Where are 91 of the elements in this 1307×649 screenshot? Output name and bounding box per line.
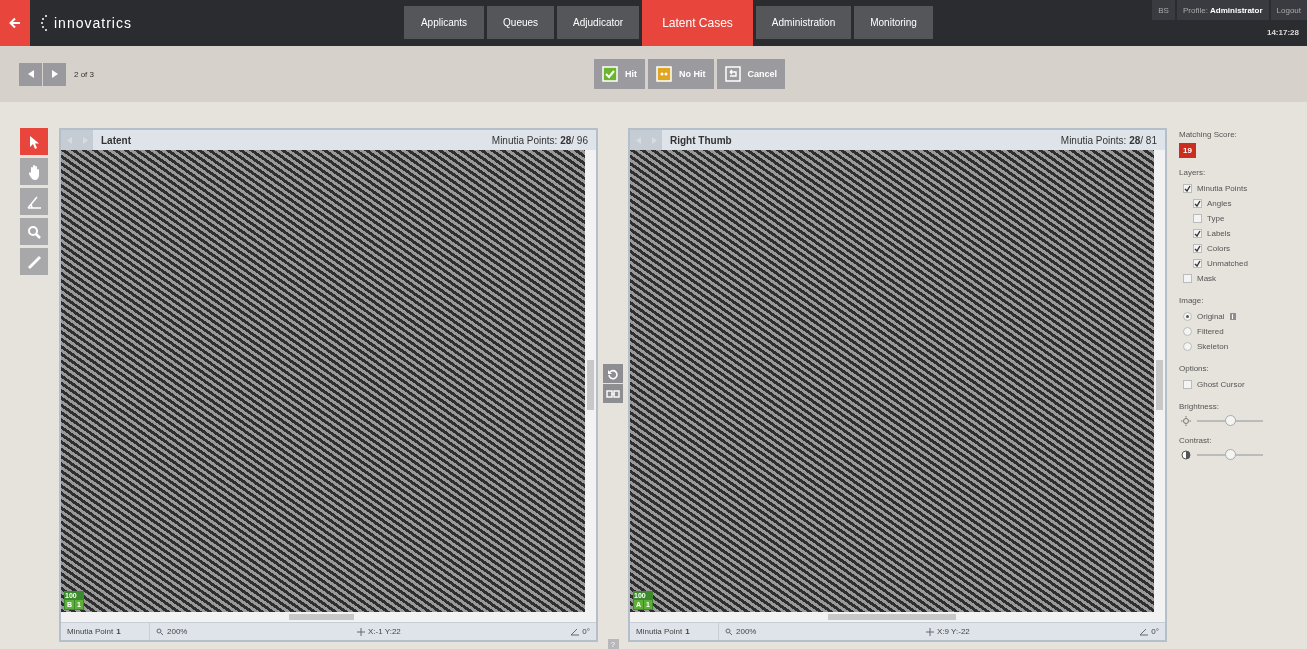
left-triangle-icon xyxy=(27,70,34,78)
page-counter: 2 of 3 xyxy=(74,69,94,79)
crosshair-icon xyxy=(926,627,934,636)
checkbox-label: Unmatched xyxy=(1207,258,1248,268)
checkbox[interactable] xyxy=(1183,379,1192,389)
back-button[interactable] xyxy=(0,0,30,46)
horizontal-scrollbar[interactable] xyxy=(61,612,596,622)
sun-icon xyxy=(1181,415,1191,426)
checkbox[interactable] xyxy=(1193,258,1202,268)
checkbox[interactable] xyxy=(1193,243,1202,253)
checkbox[interactable] xyxy=(1193,228,1202,238)
angle-icon xyxy=(570,627,580,636)
link-icon xyxy=(606,389,620,398)
horizontal-scrollbar[interactable] xyxy=(630,612,1165,622)
clock-time: 14:17:28 xyxy=(1266,28,1299,37)
minutia-count: Minutia Points: 28/ 81 xyxy=(1060,134,1157,146)
checkbox-label: Colors xyxy=(1207,243,1231,253)
nohit-button[interactable]: No Hit xyxy=(648,59,714,89)
slider-thumb[interactable] xyxy=(1225,415,1236,426)
back-arrow-icon xyxy=(9,17,21,29)
ruler-icon xyxy=(26,253,42,270)
minutia-point-label: Minutia Point 1 xyxy=(61,623,150,640)
nav-tab[interactable]: Queues xyxy=(487,6,555,39)
rotate-icon xyxy=(607,367,619,380)
return-icon xyxy=(724,66,741,82)
radio-label: Skeleton xyxy=(1197,341,1229,351)
checkbox-label: Type xyxy=(1207,213,1225,223)
radio-button[interactable] xyxy=(1183,341,1192,351)
radio-label: Filtered xyxy=(1197,326,1224,336)
checkbox-label: Ghost Cursor xyxy=(1197,379,1245,389)
link-button[interactable] xyxy=(603,384,623,403)
section-label: Brightness: xyxy=(1179,402,1220,411)
angle-icon xyxy=(1139,627,1149,636)
radio-label: Original xyxy=(1197,311,1225,321)
minutia-point-label: Minutia Point 1 xyxy=(630,623,719,640)
previous-button[interactable] xyxy=(19,62,42,86)
section-label: Matching Score: xyxy=(1179,130,1237,139)
cursor-coordinates: X:-1 Y:22 xyxy=(368,627,401,636)
tool-button[interactable] xyxy=(20,218,48,245)
nav-tab[interactable]: Administration xyxy=(755,6,852,39)
checkbox-label: Angles xyxy=(1207,198,1232,208)
tool-button[interactable] xyxy=(20,188,48,215)
dots-icon xyxy=(656,66,672,82)
hand-icon xyxy=(26,163,42,180)
profile-button[interactable]: Profile: Administrator xyxy=(1176,0,1269,20)
cancel-button[interactable]: Cancel xyxy=(716,59,786,89)
user-initials[interactable]: BS xyxy=(1152,0,1175,20)
hit-button[interactable]: Hit xyxy=(594,59,645,89)
nav-tab[interactable]: Applicants xyxy=(403,6,485,39)
panel-title: Latent xyxy=(101,134,131,146)
check-icon xyxy=(602,66,618,82)
section-label: Image: xyxy=(1179,296,1204,305)
tool-button[interactable] xyxy=(20,128,48,155)
radio-button[interactable] xyxy=(1183,311,1192,321)
checkbox[interactable] xyxy=(1193,213,1202,223)
section-label: Contrast: xyxy=(1179,436,1212,445)
nav-tab[interactable]: Monitoring xyxy=(854,6,933,39)
search-icon xyxy=(26,223,42,240)
section-label: Options: xyxy=(1179,364,1209,373)
panel-title: Right Thumb xyxy=(670,134,732,146)
rotation-angle: 0° xyxy=(582,627,590,636)
nav-tab[interactable]: Latent Cases xyxy=(642,0,753,46)
next-button[interactable] xyxy=(43,62,66,86)
right-triangle-icon xyxy=(51,70,58,78)
logo-text: innovatrics xyxy=(54,15,132,31)
reset-button[interactable] xyxy=(603,364,623,383)
tool-button[interactable] xyxy=(20,248,48,275)
nav-tab[interactable]: Adjudicator xyxy=(557,6,640,39)
checkbox[interactable] xyxy=(1183,183,1192,193)
minutia-count: Minutia Points: 28/ 96 xyxy=(491,134,588,146)
checkbox[interactable] xyxy=(1183,273,1192,283)
contrast-icon xyxy=(1181,449,1191,460)
cursor-coordinates: X:9 Y:-22 xyxy=(937,627,970,636)
crosshair-icon xyxy=(357,627,365,636)
zoom-level: 200% xyxy=(736,627,757,636)
slider-thumb[interactable] xyxy=(1225,449,1236,460)
vertical-scrollbar[interactable] xyxy=(1154,150,1165,612)
zoom-icon xyxy=(156,627,164,636)
checkbox-label: Labels xyxy=(1207,228,1231,238)
checkbox-label: Mask xyxy=(1197,273,1217,283)
tool-button[interactable] xyxy=(20,158,48,185)
radio-button[interactable] xyxy=(1183,326,1192,336)
zoom-icon xyxy=(725,627,733,636)
matching-score: 19 xyxy=(1179,143,1196,158)
rotation-angle: 0° xyxy=(1151,627,1159,636)
vertical-scrollbar[interactable] xyxy=(585,150,596,612)
zoom-level: 200% xyxy=(167,627,188,636)
checkbox[interactable] xyxy=(1193,198,1202,208)
logout-button[interactable]: Logout xyxy=(1270,0,1307,20)
checkbox-label: Minutia Points xyxy=(1197,183,1248,193)
section-label: Layers: xyxy=(1179,168,1206,177)
